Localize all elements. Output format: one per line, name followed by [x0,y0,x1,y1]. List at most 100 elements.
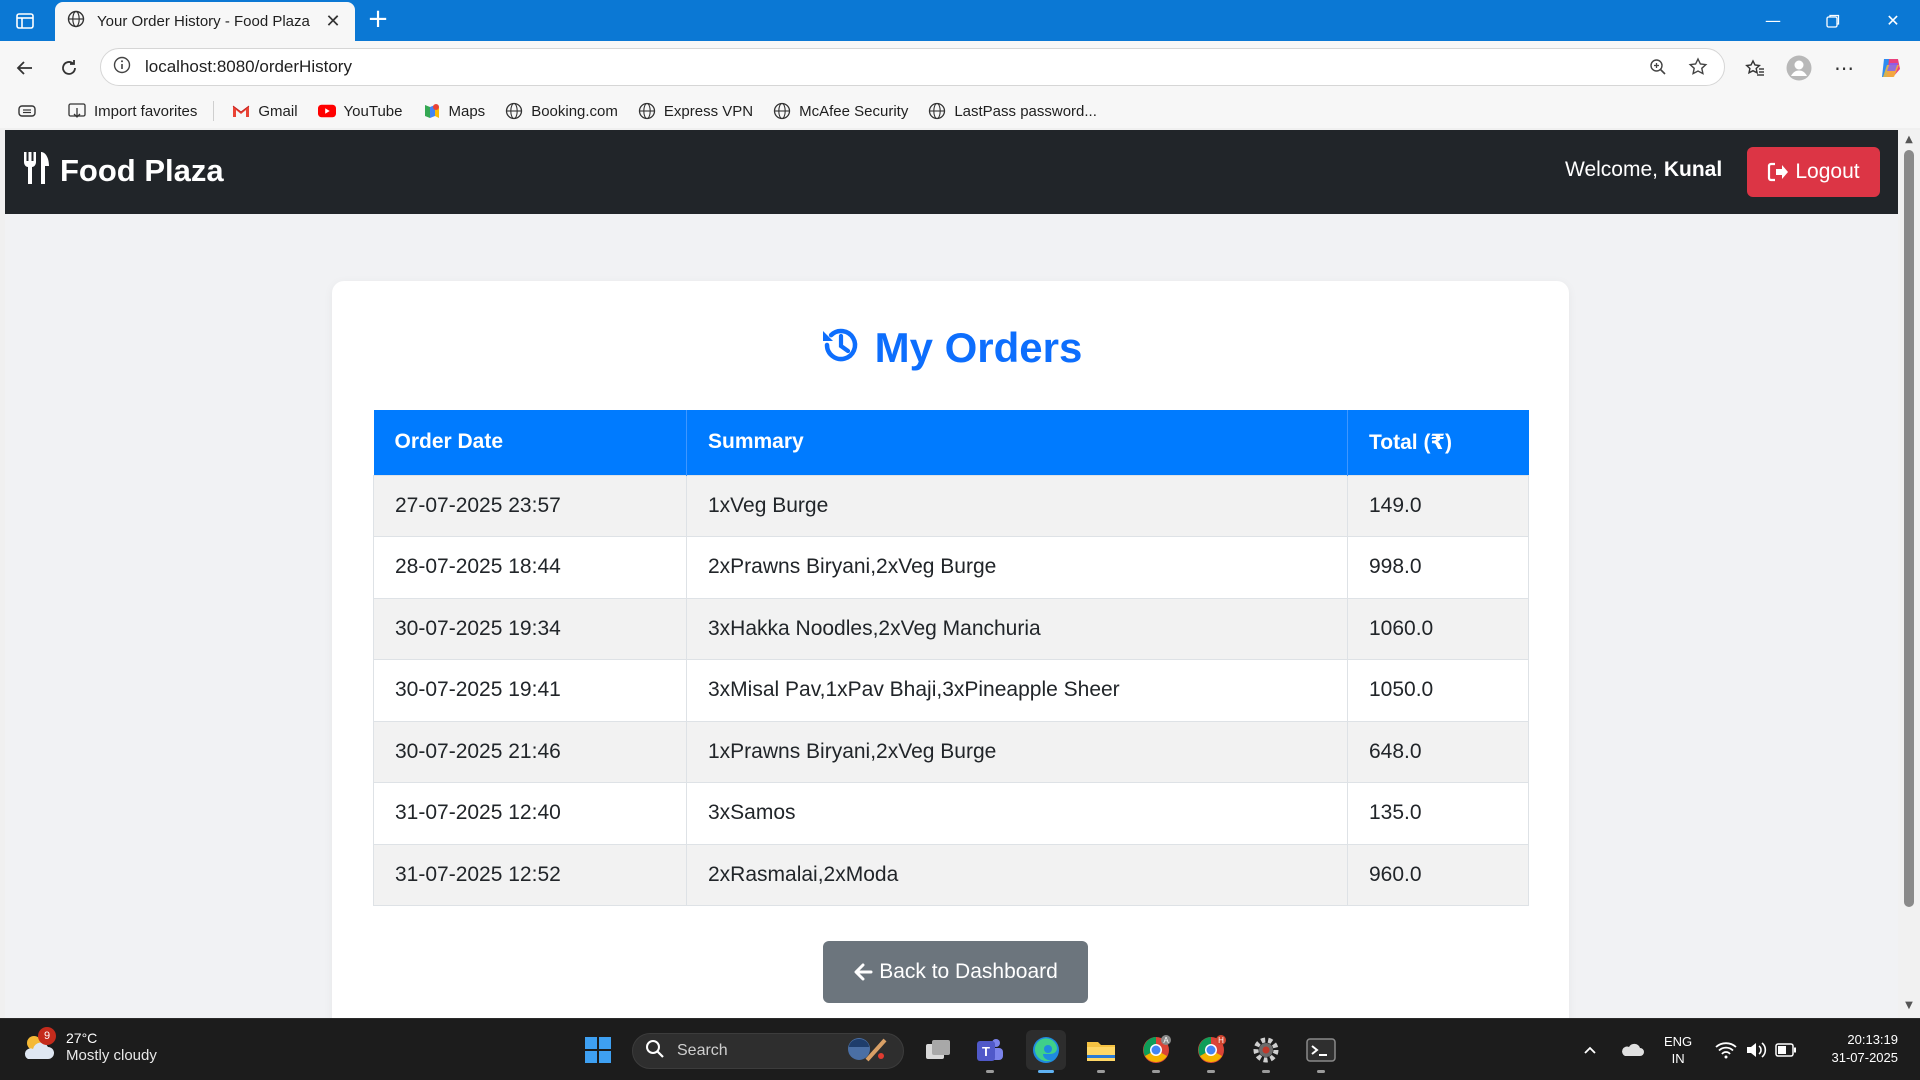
page-scrollbar[interactable]: ▲ ▼ [1898,130,1920,1018]
weather-condition: Mostly cloudy [66,1047,157,1064]
table-header-row: Order Date Summary Total (₹) [373,410,1529,475]
tab-order-history[interactable]: Your Order History - Food Plaza ✕ [55,2,355,41]
logout-button[interactable]: Logout [1747,147,1880,197]
edge-browser-icon[interactable] [1026,1030,1066,1073]
close-tab-icon[interactable]: ✕ [323,11,343,32]
weather-widget[interactable]: 9 27°C Mostly cloudy [20,1027,157,1065]
zoom-icon[interactable] [1644,53,1672,81]
favorites-divider [213,101,215,121]
windows-start-icon[interactable] [578,1030,618,1070]
order-total: 960.0 [1347,843,1529,906]
order-date: 30-07-2025 19:41 [373,659,687,722]
restore-icon[interactable] [1803,0,1863,41]
order-summary: 1xVeg Burge [686,474,1348,537]
order-total: 998.0 [1347,536,1529,599]
teams-icon[interactable]: T [970,1030,1010,1073]
battery-icon[interactable] [1775,1019,1797,1080]
input-language[interactable]: ENG IN [1664,1033,1692,1067]
youtube-icon [317,102,336,120]
import-icon [68,102,86,120]
site-info-icon[interactable] [113,56,131,79]
order-total: 1060.0 [1347,597,1529,660]
globe-icon [638,102,656,120]
chrome-profile-a-icon[interactable]: A [1136,1030,1176,1073]
arrow-left-icon [853,963,873,981]
refresh-icon[interactable] [52,51,86,85]
order-summary: 1xPrawns Biryani,2xVeg Burge [686,720,1348,783]
gmail-icon [232,102,250,120]
back-to-dashboard-button[interactable]: Back to Dashboard [823,941,1088,1003]
volume-icon[interactable] [1745,1019,1767,1080]
globe-icon [773,102,791,120]
terminal-icon[interactable] [1301,1030,1341,1073]
order-date: 28-07-2025 18:44 [373,536,687,599]
order-summary: 3xMisal Pav,1xPav Bhaji,3xPineapple Shee… [686,659,1348,722]
system-clock[interactable]: 20:13:19 31-07-2025 [1810,1031,1899,1067]
globe-icon [67,10,85,33]
new-tab-button[interactable]: + [364,6,392,34]
favorite-express-vpn[interactable]: Express VPN [638,102,753,120]
scrollbar-thumb[interactable] [1904,150,1914,907]
favorite-gmail[interactable]: Gmail [232,102,298,120]
weather-badge: 9 [38,1027,56,1045]
url-text[interactable]: localhost:8080/orderHistory [145,57,1632,77]
more-options-icon[interactable]: ⋯ [1827,51,1861,85]
table-row: 30-07-2025 19:34 3xHakka Noodles,2xVeg M… [373,597,1529,660]
show-hidden-icons-icon[interactable] [1582,1019,1598,1080]
task-view-icon[interactable] [918,1030,958,1070]
address-bar[interactable]: localhost:8080/orderHistory [100,48,1725,86]
profile-avatar-icon[interactable] [1782,51,1816,85]
back-arrow-icon[interactable] [8,51,42,85]
sign-out-icon [1767,162,1789,182]
favorite-import[interactable]: Import favorites [68,102,197,120]
table-row: 27-07-2025 23:57 1xVeg Burge 149.0 [373,474,1529,537]
favorite-mcafee[interactable]: McAfee Security [773,102,908,120]
wifi-icon[interactable] [1715,1019,1737,1080]
copilot-icon[interactable] [1874,51,1908,85]
history-icon [819,323,863,372]
globe-icon [928,102,946,120]
scroll-down-icon[interactable]: ▼ [1903,1000,1915,1012]
maps-icon [423,102,441,120]
table-row: 30-07-2025 21:46 1xPrawns Biryani,2xVeg … [373,720,1529,783]
weather-temp: 27°C [66,1030,98,1046]
favorites-icon[interactable] [1738,51,1772,85]
settings-gear-icon[interactable] [1246,1030,1286,1073]
order-date: 31-07-2025 12:40 [373,782,687,845]
running-indicator [1207,1070,1215,1073]
tab-actions-icon[interactable] [10,8,40,34]
running-indicator [1152,1070,1160,1073]
taskbar-search[interactable]: Search [632,1033,904,1069]
order-summary: 2xPrawns Biryani,2xVeg Burge [686,536,1348,599]
column-header-date: Order Date [373,410,687,475]
close-window-icon[interactable]: ✕ [1863,0,1920,41]
running-indicator [1262,1070,1270,1073]
favorite-booking[interactable]: Booking.com [505,102,618,120]
file-explorer-icon[interactable] [1081,1030,1121,1073]
minimize-icon[interactable]: — [1743,0,1803,41]
favorite-lastpass[interactable]: LastPass password... [928,102,1097,120]
order-total: 648.0 [1347,720,1529,783]
svg-text:A: A [1163,1036,1169,1045]
orders-table: Order Date Summary Total (₹) 27-07-2025 … [373,410,1529,906]
search-icon [645,1039,665,1064]
favorites-bar: Import favorites Gmail YouTube Maps Book… [0,94,1920,128]
brand-link[interactable]: Food Plaza [22,150,224,191]
onedrive-cloud-icon[interactable] [1620,1019,1644,1080]
chrome-profile-h-icon[interactable]: H [1191,1030,1231,1073]
table-row: 28-07-2025 18:44 2xPrawns Biryani,2xVeg … [373,536,1529,599]
clock-date: 31-07-2025 [1831,1050,1899,1065]
running-indicator [1317,1070,1325,1073]
order-total: 135.0 [1347,782,1529,845]
table-row: 30-07-2025 19:41 3xMisal Pav,1xPav Bhaji… [373,659,1529,722]
favorite-maps[interactable]: Maps [423,102,485,120]
order-date: 30-07-2025 19:34 [373,597,687,660]
favorite-star-icon[interactable] [1684,53,1712,81]
order-date: 27-07-2025 23:57 [373,474,687,537]
favorite-youtube[interactable]: YouTube [317,102,403,120]
active-indicator [1038,1070,1054,1073]
svg-text:T: T [982,1044,990,1059]
scroll-up-icon[interactable]: ▲ [1903,134,1915,146]
reading-list-icon[interactable] [18,102,44,120]
page-viewport: Food Plaza Welcome, Kunal Logout My Orde… [5,130,1898,1018]
